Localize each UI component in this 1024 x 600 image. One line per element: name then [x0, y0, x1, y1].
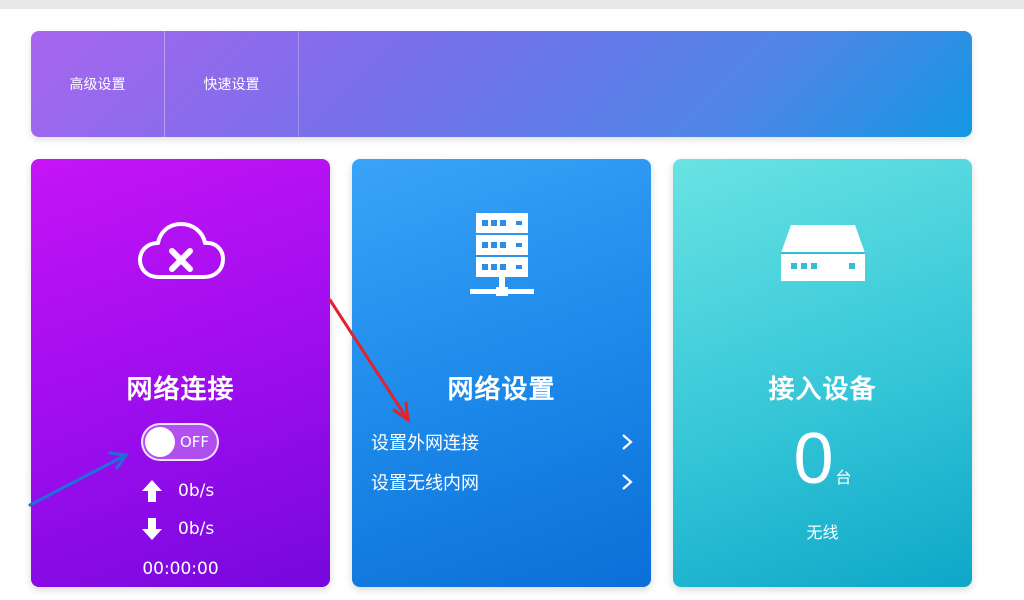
- wireless-lan-label: 设置无线内网: [371, 473, 479, 494]
- network-settings-title: 网络设置: [447, 375, 556, 405]
- chevron-right-icon: [622, 474, 633, 490]
- arrow-down-icon: [142, 518, 162, 540]
- tab-quick-settings[interactable]: 快速设置: [165, 31, 299, 137]
- download-rate: 0b/s: [141, 517, 214, 541]
- server-icon: [470, 213, 534, 296]
- router-icon: [781, 225, 865, 281]
- network-settings-card: 网络设置 设置外网连接 设置无线内网: [352, 159, 651, 587]
- device-count: 0台: [673, 423, 972, 495]
- connected-devices-title: 接入设备: [768, 375, 877, 405]
- network-connection-card: 网络连接 OFF 0b/s 0b/s 00:00:00: [31, 159, 330, 587]
- wan-settings-label: 设置外网连接: [371, 433, 479, 454]
- tab-advanced-settings[interactable]: 高级设置: [31, 31, 165, 137]
- device-type-label: 无线: [806, 523, 839, 542]
- top-strip: [0, 0, 1024, 9]
- wireless-lan-link[interactable]: 设置无线内网: [371, 467, 633, 497]
- toggle-knob: [145, 427, 175, 457]
- connected-devices-card: 接入设备 0台 无线: [673, 159, 972, 587]
- connection-uptime: 00:00:00: [142, 559, 219, 579]
- device-count-unit: 台: [835, 468, 852, 487]
- arrow-up-icon: [142, 480, 162, 502]
- toggle-state-label: OFF: [180, 433, 210, 451]
- upload-rate-value: 0b/s: [178, 481, 215, 501]
- download-rate-value: 0b/s: [178, 519, 215, 539]
- wan-settings-link[interactable]: 设置外网连接: [371, 427, 633, 457]
- network-toggle[interactable]: OFF: [141, 423, 219, 461]
- upload-rate: 0b/s: [141, 479, 214, 503]
- device-count-value: 0: [793, 419, 834, 499]
- top-nav-bar: 高级设置 快速设置: [31, 31, 972, 137]
- network-connection-title: 网络连接: [126, 375, 235, 405]
- chevron-right-icon: [622, 434, 633, 450]
- cloud-x-icon: [138, 222, 225, 279]
